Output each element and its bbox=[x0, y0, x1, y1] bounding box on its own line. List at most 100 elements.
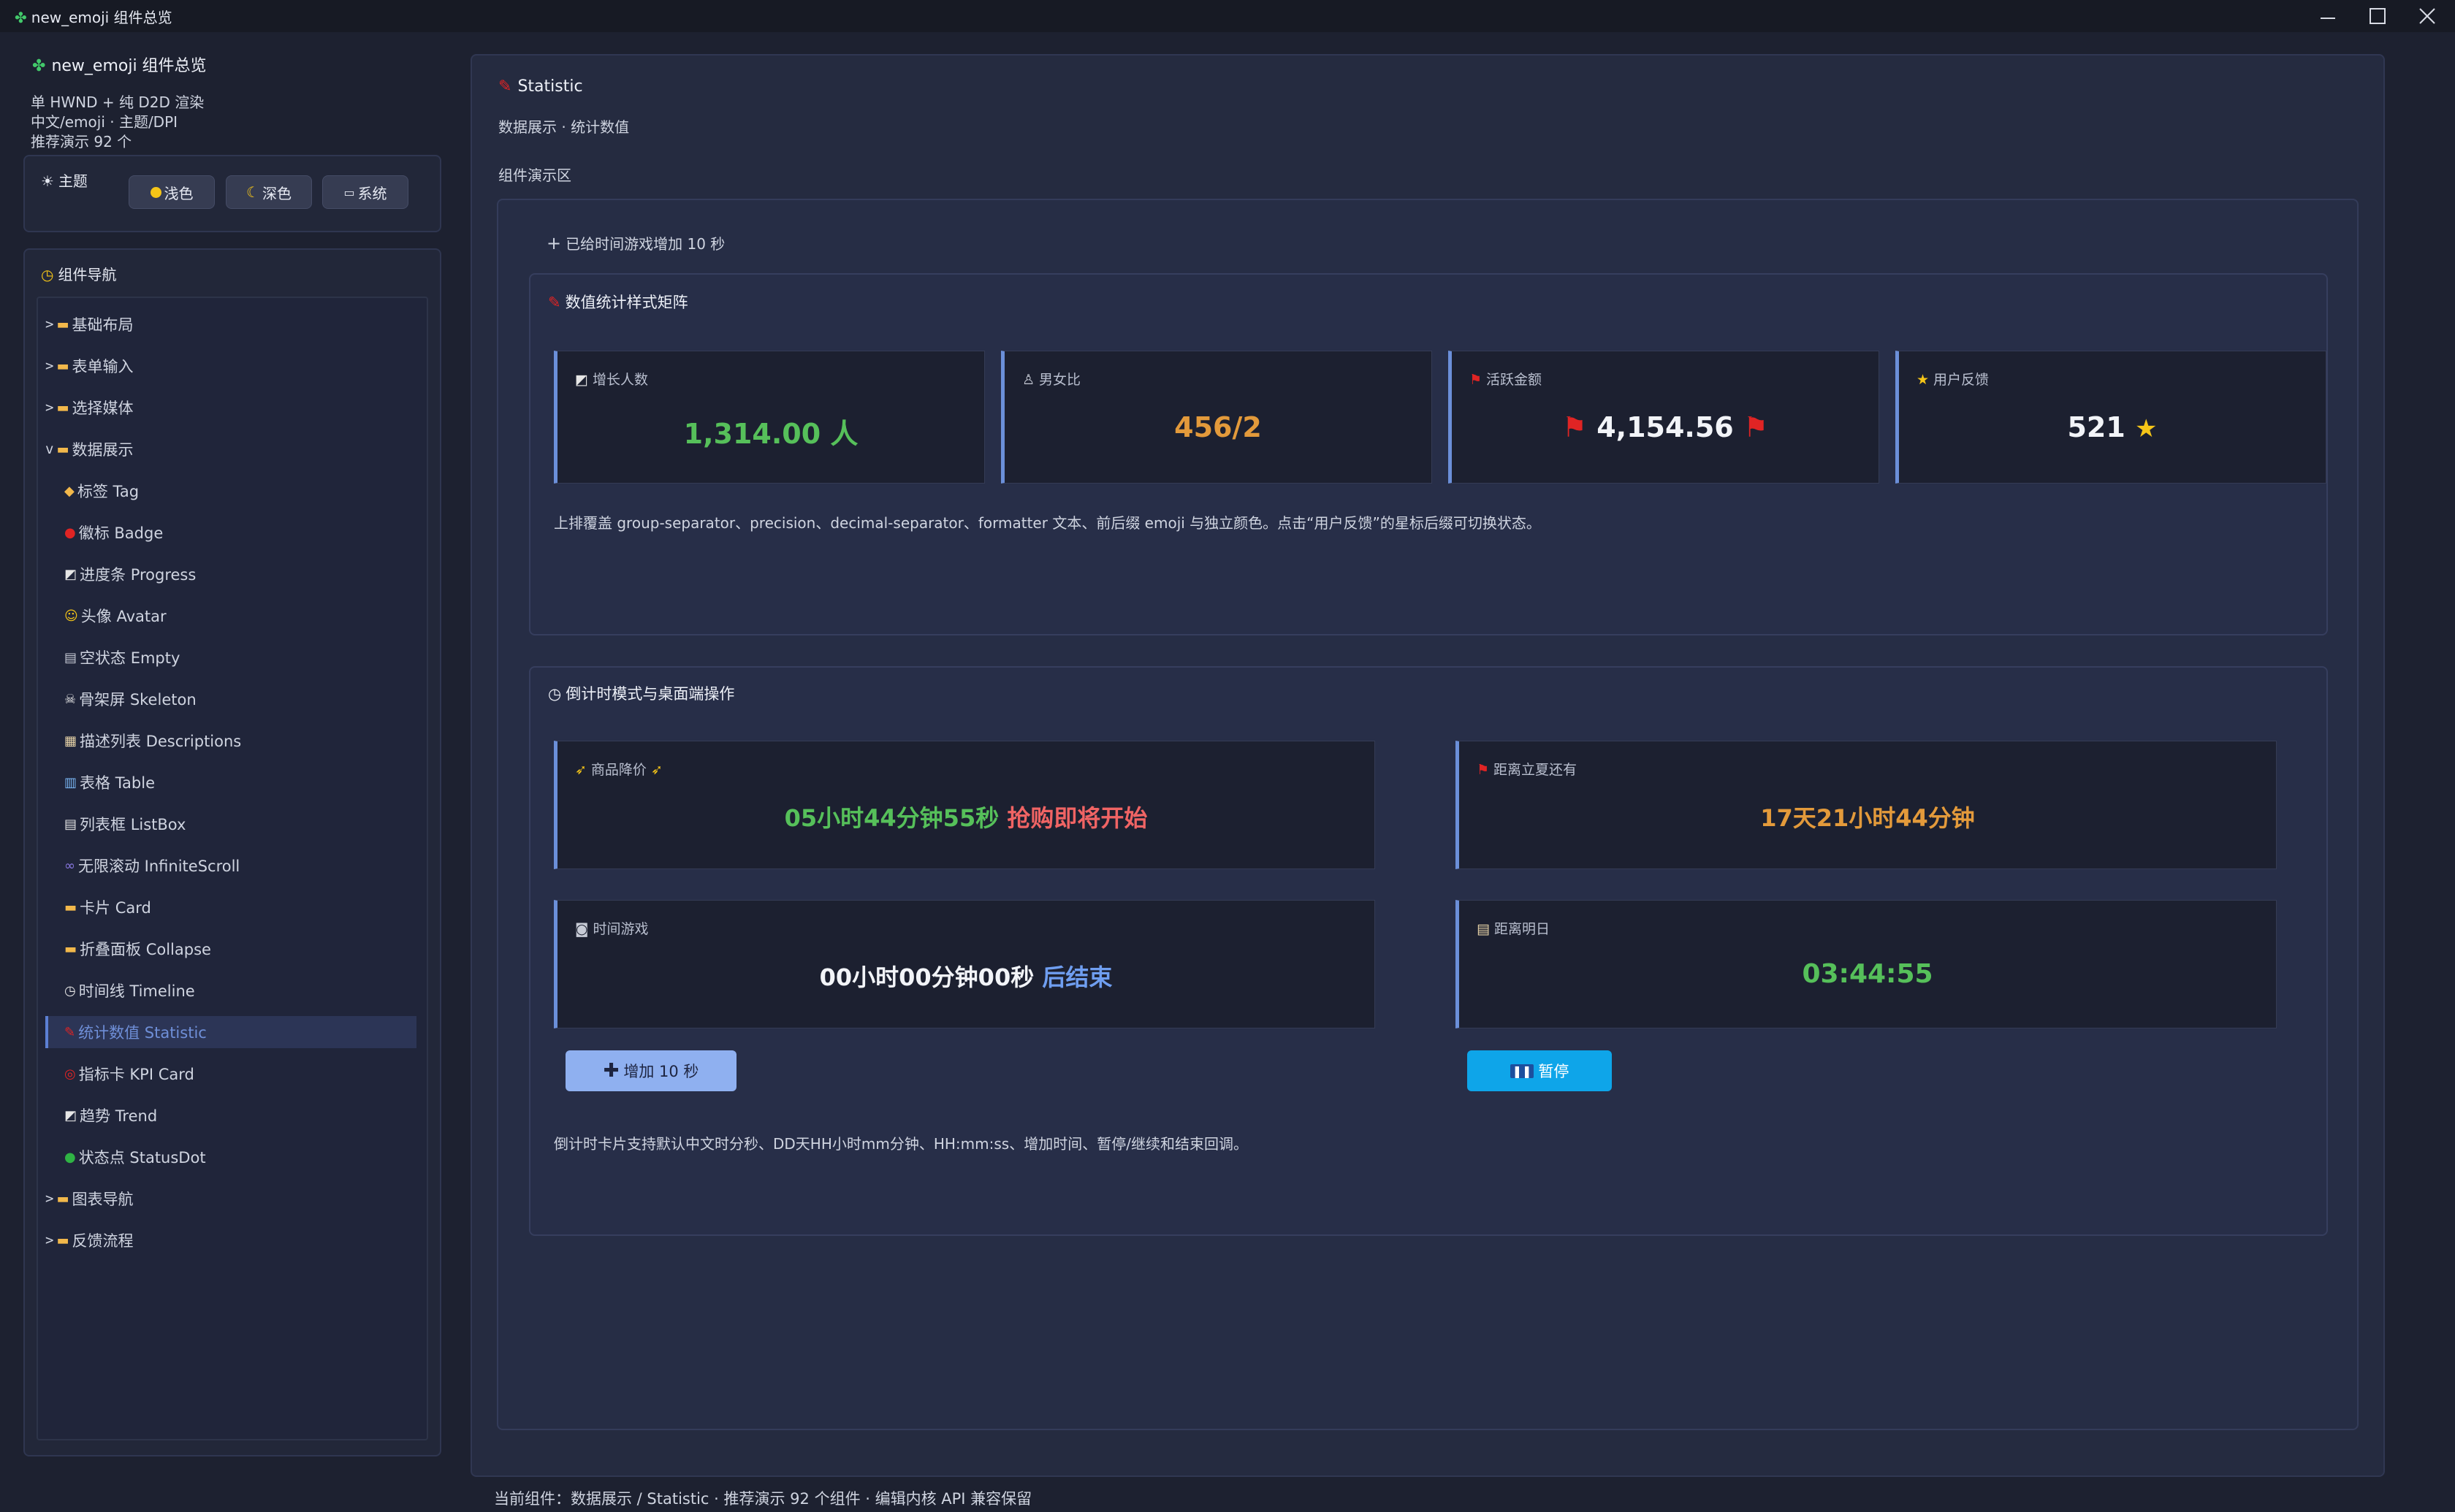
pause-button[interactable]: ❚❚ 暂停 bbox=[1467, 1050, 1612, 1091]
nav-item-skeleton[interactable]: ☠ 骨架屏 Skeleton bbox=[45, 683, 416, 715]
nav-item-listbox[interactable]: ▤ 列表框 ListBox bbox=[45, 808, 416, 840]
maximize-icon bbox=[2370, 8, 2386, 24]
scroll-icon: ▤ bbox=[1477, 921, 1490, 937]
expand-arrow: > bbox=[45, 1232, 54, 1248]
title-bar: ✤ new_emoji 组件总览 bbox=[0, 0, 2455, 32]
memo-icon: ▤ bbox=[64, 816, 77, 832]
sidebar-info-line: 推荐演示 92 个 bbox=[31, 133, 132, 150]
folder-icon: ▬ bbox=[56, 358, 69, 374]
skull-icon: ☠ bbox=[64, 691, 77, 707]
nav-item-progress[interactable]: ◩ 进度条 Progress bbox=[45, 558, 416, 590]
person-icon: ♙ bbox=[1022, 372, 1035, 388]
maximize-button[interactable] bbox=[2354, 1, 2401, 31]
clipboard-icon: ▦ bbox=[64, 733, 77, 749]
minimize-button[interactable] bbox=[2304, 1, 2351, 31]
countdown-card-tomorrow: ▤ 距离明日 03:44:55 bbox=[1455, 900, 2277, 1028]
sun-face-icon: ☀ bbox=[41, 172, 54, 190]
bar-chart-icon: ▥ bbox=[64, 774, 77, 790]
star-suffix-toggle[interactable]: ★ bbox=[2135, 414, 2157, 443]
stat-value: 4,154.56 bbox=[1596, 411, 1734, 443]
countdown-value: 05小时44分钟55秒 bbox=[784, 804, 1000, 832]
countdown-suffix: 抢购即将开始 bbox=[1007, 804, 1148, 832]
nav-item-statistic[interactable]: ✎ 统计数值 Statistic bbox=[45, 1016, 416, 1048]
matrix-title: ✎ 数值统计样式矩阵 bbox=[548, 294, 688, 311]
moon-icon: ☾ bbox=[246, 183, 259, 201]
countdown-title: ◷ 倒计时模式与桌面端操作 bbox=[548, 685, 735, 703]
countdown-card-summer: ⚑ 距离立夏还有 17天21小时44分钟 bbox=[1455, 741, 2277, 869]
countdown-value: 17天21小时44分钟 bbox=[1760, 804, 1975, 832]
stat-card-amount: ⚑ 活跃金额 ⚑ 4,154.56 ⚑ bbox=[1448, 351, 1879, 484]
plus-icon: + bbox=[547, 233, 562, 253]
nav-item-table[interactable]: ▥ 表格 Table bbox=[45, 766, 416, 798]
clock-icon: ◷ bbox=[64, 982, 76, 999]
stopwatch-icon: ◷ bbox=[548, 685, 562, 703]
nav-item-timeline[interactable]: ◷ 时间线 Timeline bbox=[45, 974, 416, 1007]
nav-item-empty[interactable]: ▤ 空状态 Empty bbox=[45, 641, 416, 673]
folder-icon: ▬ bbox=[56, 1232, 69, 1248]
collapse-arrow: v bbox=[45, 441, 54, 457]
inbox-icon: ▤ bbox=[64, 649, 77, 665]
minimize-icon bbox=[2321, 18, 2335, 19]
flag-icon: ⚑ bbox=[1469, 372, 1482, 388]
nav-item-avatar[interactable]: ☺ 头像 Avatar bbox=[45, 600, 416, 632]
chart-up-icon: ◩ bbox=[64, 1107, 77, 1123]
countdown-card-price-drop: ➶ 商品降价 ➶ 05小时44分钟55秒 抢购即将开始 bbox=[554, 741, 1375, 869]
nav-group-feedback-flow[interactable]: > ▬ 反馈流程 bbox=[45, 1224, 416, 1256]
folder-icon: ▬ bbox=[56, 1191, 69, 1207]
folder-icon: ▬ bbox=[56, 400, 69, 416]
page-title: ✎ Statistic bbox=[498, 77, 583, 96]
nav-group-data-display[interactable]: v ▬ 数据展示 bbox=[45, 433, 416, 465]
nav-group-basic-layout[interactable]: > ▬ 基础布局 bbox=[45, 308, 416, 340]
nav-group-select-media[interactable]: > ▬ 选择媒体 bbox=[45, 392, 416, 424]
green-circle-icon: ● bbox=[64, 1149, 76, 1165]
laptop-icon: ▭ bbox=[343, 185, 355, 199]
nav-item-infinite-scroll[interactable]: ∞ 无限滚动 InfiniteScroll bbox=[45, 849, 416, 882]
add-10s-button[interactable]: ✚ 增加 10 秒 bbox=[566, 1050, 736, 1091]
nav-group-form-input[interactable]: > ▬ 表单输入 bbox=[45, 350, 416, 382]
countdown-value: 00小时00分钟00秒 bbox=[819, 963, 1035, 991]
sidebar-title: ✤ new_emoji 组件总览 bbox=[32, 57, 207, 75]
red-circle-icon: ● bbox=[64, 524, 76, 541]
star-icon: ★ bbox=[1917, 372, 1930, 388]
flag-prefix-icon: ⚑ bbox=[1561, 411, 1587, 443]
pushpin-icon: ✎ bbox=[64, 1024, 76, 1040]
countdown-card-time-game: ◙ 时间游戏 00小时00分钟00秒 后结束 bbox=[554, 900, 1375, 1028]
theme-light-button[interactable]: 浅色 bbox=[129, 175, 215, 209]
matrix-description: 上排覆盖 group-separator、precision、decimal-s… bbox=[554, 514, 1541, 532]
theme-dark-button[interactable]: ☾ 深色 bbox=[226, 175, 312, 209]
nav-item-status-dot[interactable]: ● 状态点 StatusDot bbox=[45, 1141, 416, 1173]
tag-icon: ◆ bbox=[64, 483, 75, 499]
nav-item-collapse[interactable]: ▬ 折叠面板 Collapse bbox=[45, 933, 416, 965]
puzzle-icon: ✤ bbox=[15, 9, 27, 26]
nav-item-trend[interactable]: ◩ 趋势 Trend bbox=[45, 1099, 416, 1131]
flag-icon: ⚑ bbox=[1477, 762, 1490, 778]
nav-item-descriptions[interactable]: ▦ 描述列表 Descriptions bbox=[45, 725, 416, 757]
nav-group-chart-nav[interactable]: > ▬ 图表导航 bbox=[45, 1183, 416, 1215]
pause-icon: ❚❚ bbox=[1510, 1064, 1534, 1078]
nav-item-badge[interactable]: ● 徽标 Badge bbox=[45, 516, 416, 549]
sidebar-info-line: 中文/emoji · 主题/DPI bbox=[31, 113, 178, 131]
nav-item-tag[interactable]: ◆ 标签 Tag bbox=[45, 475, 416, 507]
stat-card-feedback: ★ 用户反馈 521 ★ bbox=[1895, 351, 2326, 484]
notice-text: + 已给时间游戏增加 10 秒 bbox=[547, 233, 726, 253]
stat-card-ratio: ♙ 男女比 456/2 bbox=[1001, 351, 1432, 484]
nav-title: ◷ 组件导航 bbox=[41, 266, 117, 283]
theme-system-button[interactable]: ▭ 系统 bbox=[322, 175, 408, 209]
chart-up-icon: ◩ bbox=[64, 566, 77, 582]
expand-arrow: > bbox=[45, 400, 54, 416]
nav-item-card[interactable]: ▬ 卡片 Card bbox=[45, 891, 416, 923]
demo-area-title: 组件演示区 bbox=[498, 167, 571, 184]
compass-icon: ◷ bbox=[41, 266, 54, 283]
nav-item-kpi-card[interactable]: ◎ 指标卡 KPI Card bbox=[45, 1058, 416, 1090]
close-icon bbox=[2419, 8, 2435, 24]
rocket-icon: ➶ bbox=[650, 762, 663, 778]
expand-arrow: > bbox=[45, 316, 54, 332]
theme-title: ☀ 主题 bbox=[41, 172, 88, 190]
window-title: ✤ new_emoji 组件总览 bbox=[15, 9, 172, 26]
close-button[interactable] bbox=[2404, 1, 2451, 31]
stat-card-growth: ◩ 增长人数 1,314.00 人 bbox=[554, 351, 985, 484]
stat-value: 456/2 bbox=[1174, 411, 1262, 443]
folder-icon: ▬ bbox=[56, 441, 69, 457]
countdown-description: 倒计时卡片支持默认中文时分秒、DD天HH小时mm分钟、HH:mm:ss、增加时间… bbox=[554, 1135, 1248, 1153]
credit-card-icon: ▬ bbox=[64, 899, 77, 915]
